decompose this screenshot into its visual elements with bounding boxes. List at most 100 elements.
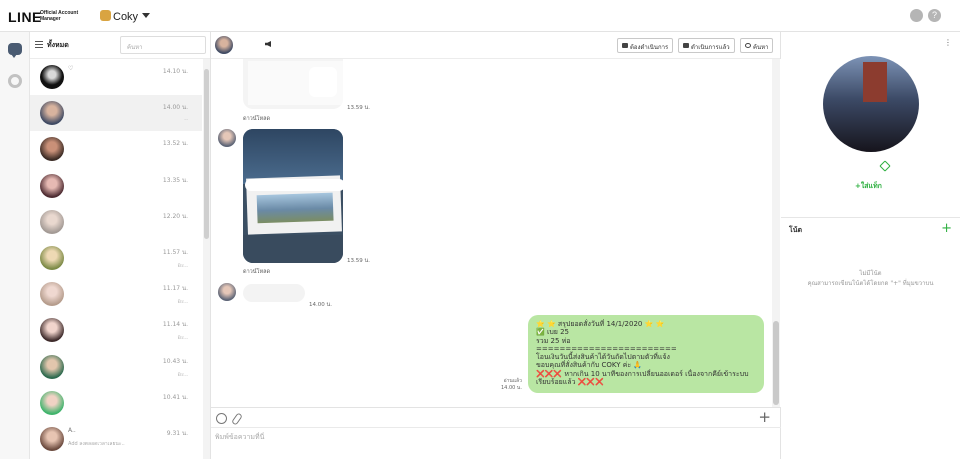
avatar-building [863, 62, 887, 102]
done-button[interactable]: ดำเนินการแล้ว [678, 38, 735, 53]
chat-time: 13.35 น. [162, 176, 188, 184]
plus-icon[interactable]: + [758, 408, 771, 426]
avatar [40, 137, 64, 162]
todo-button[interactable]: ต้องดำเนินการ [617, 38, 674, 53]
filter-dropdown[interactable]: ทั้งหมด [47, 40, 69, 51]
pencil-icon[interactable] [879, 160, 891, 172]
divider [781, 217, 960, 218]
message-composer: + พิมพ์ข้อความที่นี่ [211, 407, 781, 459]
paperclip-icon[interactable] [231, 412, 243, 426]
todo-label: ต้องดำเนินการ [630, 44, 669, 51]
chat-time: 10.41 น. [162, 393, 188, 401]
outgoing-message[interactable]: ⭐ ⭐ สรุปยอดสั่งวันที่ 14/1/2020 ⭐ ⭐ ✅ เบ… [528, 315, 764, 393]
search-label: ค้นหา [753, 44, 769, 51]
download-link[interactable]: ดาวน์โหลด [243, 268, 270, 276]
divider [211, 427, 781, 428]
chat-preview: อะ.. [177, 298, 188, 306]
summary-line: ======================== [536, 344, 677, 353]
emoji-icon[interactable] [216, 413, 227, 424]
image-message[interactable] [243, 59, 343, 109]
user-icon[interactable] [910, 9, 923, 22]
chat-list: ♡ 14.10 น. 14.00 น... 13.52 น. 13.35 น. 1… [30, 59, 202, 457]
search-button[interactable]: ค้นหา [740, 38, 774, 53]
image-blur-overlay [245, 179, 343, 191]
chat-list-item[interactable]: 14.00 น... [30, 95, 202, 132]
chat-list-item[interactable]: 10.43 น. อะ.. [30, 349, 202, 385]
add-note-button[interactable]: + [941, 221, 952, 236]
chat-time: 14.10 น. [162, 68, 188, 75]
notes-empty-hint: คุณสามารถเขียนโน้ตได้โดยกด "+" ที่มุมขวา… [807, 280, 934, 287]
contact-info-panel: ⋮ +ใส่แท็ก โน้ต + ไม่มีโน้ต คุณสามารถเขี… [781, 32, 960, 459]
left-rail [0, 32, 30, 459]
search-icon [745, 43, 751, 48]
speaker-icon[interactable] [265, 41, 271, 47]
image-message[interactable] [243, 129, 343, 263]
chat-list-item[interactable]: 11.17 น. อะ.. [30, 276, 202, 312]
read-label: อ่านแล้ว [503, 378, 522, 384]
message-time: 13.59 น. [347, 258, 371, 264]
chat-list-item[interactable]: 10.41 น. [30, 385, 202, 421]
chat-search-input[interactable]: ค้นหา [120, 36, 206, 54]
avatar [40, 354, 64, 379]
chat-list-item[interactable]: 12.20 น. [30, 204, 202, 240]
chat-list-item[interactable]: A.. 9.31 น. Add ลงตลอดเวลาเลยนะ.. [30, 421, 202, 457]
chat-time: 11.57 น. [162, 248, 188, 256]
chat-time: 12.20 น. [162, 212, 188, 220]
chat-panel: ต้องดำเนินการ ดำเนินการแล้ว ค้นหา 13.59 … [211, 32, 781, 459]
top-bar: LINE Official Account Manager Coky ? [0, 0, 960, 32]
avatar [40, 65, 64, 89]
chat-name: A.. [68, 426, 76, 434]
message-icon [683, 43, 689, 48]
account-icon [100, 10, 111, 21]
chat-list-header: ทั้งหมด ค้นหา [30, 32, 210, 59]
chat-list-item[interactable]: 11.14 น. อะ.. [30, 312, 202, 348]
avatar [40, 282, 64, 307]
chat-list-scrollbar[interactable] [203, 59, 210, 459]
chat-list-item[interactable]: ♡ 14.10 น. [30, 59, 202, 95]
scrollbar-thumb[interactable] [773, 321, 779, 405]
chat-list-item[interactable]: 13.52 น. [30, 131, 202, 167]
avatar [40, 426, 64, 451]
account-selector[interactable]: Coky [100, 10, 151, 23]
avatar[interactable] [215, 36, 233, 54]
chat-preview: อะ.. [177, 261, 188, 269]
notes-empty-title: ไม่มีโน้ต [859, 270, 882, 277]
image-blur-overlay [309, 67, 337, 97]
summary-line: ❌❌❌ หากเกิน 10 นาทีของการเปลี่ยนออเดอร์ … [536, 369, 749, 378]
help-icon[interactable]: ? [928, 9, 941, 22]
chat-time: 14.00 น. [162, 104, 188, 112]
download-link[interactable]: ดาวน์โหลด [243, 115, 270, 123]
notes-empty-state: ไม่มีโน้ต คุณสามารถเขียนโน้ตได้โดยกด "+"… [781, 269, 960, 289]
gear-icon[interactable] [8, 74, 22, 88]
avatar [40, 209, 64, 234]
chat-time: 9.31 น. [166, 429, 188, 437]
message-time: 14.00 น. [309, 302, 333, 308]
message-time: 13.59 น. [347, 105, 371, 111]
scrollbar-thumb[interactable] [204, 69, 209, 239]
chat-icon[interactable] [8, 43, 22, 58]
profile-avatar [823, 56, 919, 152]
chat-preview: อะ.. [177, 370, 188, 378]
chat-list-item[interactable]: 13.35 น. [30, 168, 202, 204]
avatar [40, 173, 64, 198]
menu-icon[interactable] [35, 41, 43, 48]
message-input[interactable]: พิมพ์ข้อความที่นี่ [215, 432, 264, 443]
chat-time: 10.43 น. [162, 357, 188, 365]
avatar [40, 101, 64, 126]
tag-icon [622, 43, 628, 48]
read-time: 14.00 น. [501, 385, 522, 391]
ticket-photo [256, 192, 334, 224]
more-options-icon[interactable]: ⋮ [944, 38, 952, 47]
message-scrollbar[interactable] [772, 59, 780, 407]
add-tag-button[interactable]: +ใส่แท็ก [855, 181, 882, 192]
chat-list-item[interactable]: 11.57 น. อะ.. [30, 240, 202, 276]
text-message[interactable] [243, 284, 305, 302]
chevron-down-icon [142, 13, 151, 18]
summary-line: ขอบคุณที่สั่งสินค้ากับ COKY ค่ะ 🙏 [536, 361, 643, 370]
chat-preview: อะ.. [177, 334, 188, 342]
logo-subtitle: Official Account Manager [40, 10, 79, 22]
chat-list-panel: ทั้งหมด ค้นหา ♡ 14.10 น. 14.00 น... 13.52… [30, 32, 211, 459]
read-receipt: อ่านแล้ว 14.00 น. [501, 378, 522, 392]
line-logo[interactable]: LINE [8, 9, 42, 25]
avatar [40, 318, 64, 343]
